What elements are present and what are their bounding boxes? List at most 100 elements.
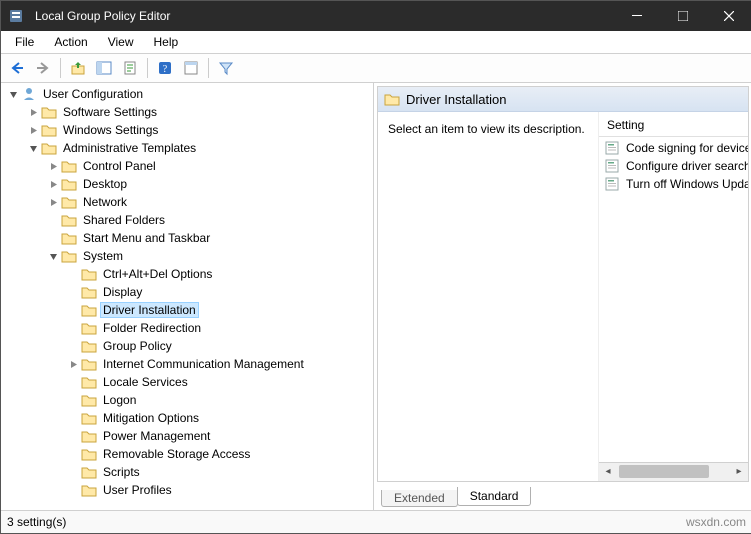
minimize-button[interactable] xyxy=(614,1,660,31)
help-icon: ? xyxy=(157,60,173,76)
scroll-thumb[interactable] xyxy=(619,465,709,478)
properties-icon xyxy=(183,60,199,76)
close-button[interactable] xyxy=(706,1,751,31)
folder-icon xyxy=(61,176,77,192)
app-icon xyxy=(1,8,31,24)
tree-item[interactable]: Locale Services xyxy=(1,373,373,391)
expander-icon[interactable] xyxy=(45,180,61,189)
filter-button[interactable] xyxy=(214,56,238,80)
up-button[interactable] xyxy=(66,56,90,80)
tab-standard[interactable]: Standard xyxy=(457,487,532,506)
expander-icon[interactable] xyxy=(45,252,61,261)
menu-action[interactable]: Action xyxy=(44,33,97,51)
tree-item[interactable]: Administrative Templates xyxy=(1,139,373,157)
tree-item-label: Locale Services xyxy=(100,374,191,390)
tree-item[interactable]: System xyxy=(1,247,373,265)
expander-icon[interactable] xyxy=(45,198,61,207)
tree-item[interactable]: Windows Settings xyxy=(1,121,373,139)
tree-item-label: Logon xyxy=(100,392,139,408)
tree-item[interactable]: Driver Installation xyxy=(1,301,373,319)
tree-item[interactable]: Start Menu and Taskbar xyxy=(1,229,373,247)
expander-icon[interactable] xyxy=(25,108,41,117)
setting-row[interactable]: Configure driver search locations xyxy=(599,157,748,175)
tree-view[interactable]: User ConfigurationSoftware SettingsWindo… xyxy=(1,83,373,510)
tree-item[interactable]: User Profiles xyxy=(1,481,373,499)
expander-icon[interactable] xyxy=(25,126,41,135)
tree-item-label: Scripts xyxy=(100,464,143,480)
policy-icon xyxy=(605,158,619,174)
body: User ConfigurationSoftware SettingsWindo… xyxy=(1,83,751,510)
show-hide-tree-button[interactable] xyxy=(92,56,116,80)
tree-item-label: Control Panel xyxy=(80,158,159,174)
scroll-right-button[interactable]: ▸ xyxy=(730,463,748,480)
tree-item-label: Folder Redirection xyxy=(100,320,204,336)
tree-item-label: Ctrl+Alt+Del Options xyxy=(100,266,215,282)
menu-help[interactable]: Help xyxy=(144,33,189,51)
description-column: Select an item to view its description. xyxy=(378,112,599,481)
settings-list: Setting Code signing for device driversC… xyxy=(599,112,748,481)
tree-item[interactable]: Display xyxy=(1,283,373,301)
maximize-button[interactable] xyxy=(660,1,706,31)
forward-button[interactable] xyxy=(31,56,55,80)
tree-item[interactable]: Network xyxy=(1,193,373,211)
tree-item-label: Network xyxy=(80,194,130,210)
tree-item-label: Group Policy xyxy=(100,338,175,354)
statusbar: 3 setting(s) wsxdn.com xyxy=(1,510,751,533)
tree-item-label: Shared Folders xyxy=(80,212,168,228)
help-button[interactable]: ? xyxy=(153,56,177,80)
tree-item[interactable]: Ctrl+Alt+Del Options xyxy=(1,265,373,283)
column-header-setting[interactable]: Setting xyxy=(599,112,748,137)
tree-item-label: Start Menu and Taskbar xyxy=(80,230,213,246)
expander-icon[interactable] xyxy=(45,162,61,171)
funnel-icon xyxy=(218,60,234,76)
tree-item[interactable]: Power Management xyxy=(1,427,373,445)
toolbar-separator xyxy=(208,58,209,78)
tree-item[interactable]: Software Settings xyxy=(1,103,373,121)
setting-row[interactable]: Code signing for device drivers xyxy=(599,139,748,157)
export-icon xyxy=(122,60,138,76)
toolbar-separator xyxy=(60,58,61,78)
tree-item-label: System xyxy=(80,248,126,264)
tree-item[interactable]: Removable Storage Access xyxy=(1,445,373,463)
tree-item[interactable]: Desktop xyxy=(1,175,373,193)
folder-icon xyxy=(81,464,97,480)
tab-extended[interactable]: Extended xyxy=(381,490,458,507)
tree-root[interactable]: User Configuration xyxy=(1,85,373,103)
tree-item[interactable]: Scripts xyxy=(1,463,373,481)
titlebar: Local Group Policy Editor xyxy=(1,1,751,31)
tree-item-label: Internet Communication Management xyxy=(100,356,307,372)
minimize-icon xyxy=(632,11,642,21)
expander-icon[interactable] xyxy=(5,90,21,99)
tree-item[interactable]: Control Panel xyxy=(1,157,373,175)
tree-pane-icon xyxy=(96,60,112,76)
detail-pane: Driver Installation Select an item to vi… xyxy=(374,83,751,510)
back-button[interactable] xyxy=(5,56,29,80)
expander-icon[interactable] xyxy=(25,144,41,153)
properties-button[interactable] xyxy=(179,56,203,80)
export-list-button[interactable] xyxy=(118,56,142,80)
folder-up-icon xyxy=(70,60,86,76)
tree-item-label: Driver Installation xyxy=(100,302,199,318)
expander-icon[interactable] xyxy=(65,360,81,369)
horizontal-scrollbar[interactable]: ◂ ▸ xyxy=(599,462,748,481)
folder-icon xyxy=(41,104,57,120)
description-text: Select an item to view its description. xyxy=(388,122,585,136)
setting-row[interactable]: Turn off Windows Update device driver se… xyxy=(599,175,748,193)
tree-item-label: Software Settings xyxy=(60,104,160,120)
menu-file[interactable]: File xyxy=(5,33,44,51)
menu-view[interactable]: View xyxy=(98,33,144,51)
tree-item[interactable]: Group Policy xyxy=(1,337,373,355)
tree-item[interactable]: Internet Communication Management xyxy=(1,355,373,373)
tree-item[interactable]: Mitigation Options xyxy=(1,409,373,427)
svg-text:?: ? xyxy=(163,64,168,75)
tree-item-label: Power Management xyxy=(100,428,213,444)
watermark-text: wsxdn.com xyxy=(686,515,746,529)
tree-item-label: Administrative Templates xyxy=(60,140,199,156)
tree-item[interactable]: Folder Redirection xyxy=(1,319,373,337)
scroll-left-button[interactable]: ◂ xyxy=(599,463,617,480)
tree-item[interactable]: Shared Folders xyxy=(1,211,373,229)
arrow-left-icon xyxy=(9,60,25,76)
toolbar: ? xyxy=(1,54,751,83)
tree-item[interactable]: Logon xyxy=(1,391,373,409)
folder-icon xyxy=(61,158,77,174)
